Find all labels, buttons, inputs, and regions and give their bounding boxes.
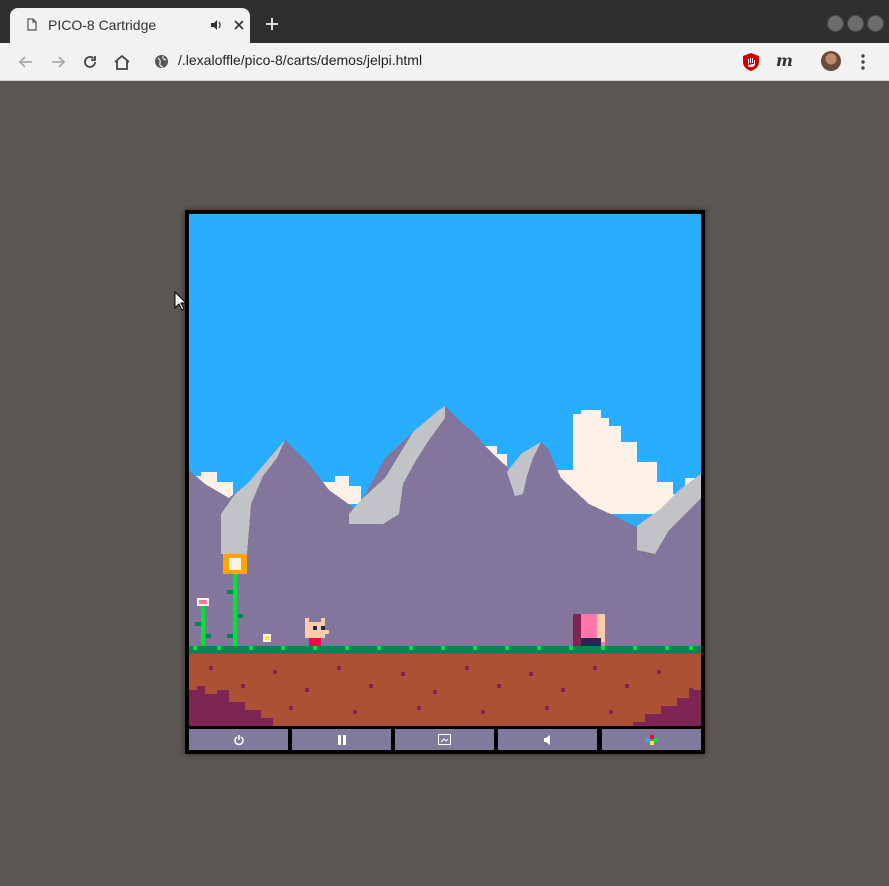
menu-icon[interactable]	[858, 53, 868, 71]
flower-stem	[233, 574, 237, 654]
tiny-flower-center	[265, 636, 269, 640]
browser-tab[interactable]: PICO-8 Cartridge	[10, 8, 250, 43]
flower-bud	[199, 600, 207, 604]
browser-toolbar: /.lexaloffle/pico-8/carts/demos/jelpi.ht…	[0, 43, 889, 81]
power-icon	[233, 734, 244, 745]
back-icon[interactable]	[17, 53, 35, 71]
flower-leaf	[227, 590, 233, 594]
browser-titlebar: PICO-8 Cartridge	[0, 0, 889, 43]
document-icon	[27, 18, 37, 31]
forward-icon[interactable]	[49, 53, 67, 71]
ublock-icon[interactable]	[742, 52, 760, 72]
flower-center	[229, 558, 241, 570]
address-bar[interactable]: /.lexaloffle/pico-8/carts/demos/jelpi.ht…	[178, 52, 422, 68]
sound-button[interactable]	[498, 729, 597, 750]
game-screen[interactable]	[189, 214, 701, 726]
cartridge-controls	[189, 729, 701, 750]
home-icon[interactable]	[113, 53, 131, 71]
close-icon[interactable]	[232, 18, 246, 32]
avatar[interactable]	[821, 51, 841, 71]
speaker-icon[interactable]	[209, 18, 223, 32]
flower-leaf	[205, 634, 211, 638]
minimize-button[interactable]	[827, 15, 844, 32]
new-tab-icon[interactable]	[264, 16, 280, 32]
flower-leaf	[227, 634, 233, 638]
site-info-icon[interactable]	[154, 54, 169, 69]
maximize-button[interactable]	[847, 15, 864, 32]
gamepad-icon	[645, 734, 658, 745]
tab-title: PICO-8 Cartridge	[48, 17, 157, 33]
reload-icon[interactable]	[81, 53, 99, 71]
pause-button[interactable]	[292, 729, 391, 750]
dirt	[189, 654, 701, 726]
flower-leaf	[195, 622, 201, 626]
fullscreen-icon	[438, 734, 451, 745]
pink-block-enemy	[573, 614, 605, 646]
fullscreen-button[interactable]	[395, 729, 494, 750]
sound-icon	[543, 734, 550, 745]
pause-icon	[337, 734, 346, 745]
power-button[interactable]	[189, 729, 288, 750]
close-window-button[interactable]	[867, 15, 884, 32]
flower-leaf	[237, 614, 243, 618]
pico8-cartridge	[185, 210, 705, 754]
gamepad-button[interactable]	[602, 729, 701, 750]
mouse-cursor-icon	[174, 291, 187, 311]
extension-m-icon[interactable]: m	[776, 51, 793, 70]
